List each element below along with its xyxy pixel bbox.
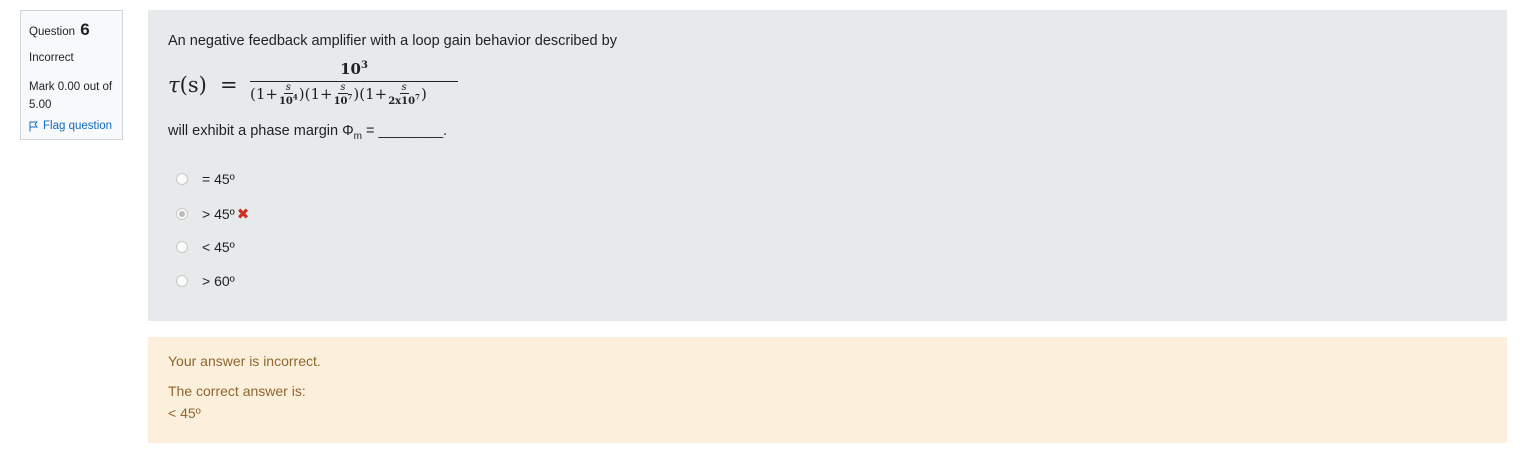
question-info-panel: Question 6 Incorrect Mark 0.00 out of 5.… xyxy=(20,10,123,140)
formula-denominator: (1+ s 104)(1+ s 107)(1+ s 2x107) xyxy=(250,82,427,108)
question-prompt: An negative feedback amplifier with a lo… xyxy=(168,33,617,49)
flag-question-label: Flag question xyxy=(43,120,113,132)
answer-option-1[interactable]: = 45º xyxy=(176,171,235,187)
answer-option-label: > 45º xyxy=(202,206,235,222)
answer-option-2[interactable]: > 45º ✖ xyxy=(176,205,249,223)
flag-question-link[interactable]: Flag question xyxy=(29,120,114,132)
radio-button[interactable] xyxy=(176,275,188,287)
radio-button-selected[interactable] xyxy=(176,208,188,220)
answer-option-3[interactable]: < 45º xyxy=(176,239,235,255)
term-3: s 2x107 xyxy=(388,82,420,108)
feedback-status: Your answer is incorrect. xyxy=(168,353,321,369)
flag-icon xyxy=(29,121,39,131)
formula-lhs: τ(s) xyxy=(168,73,207,97)
question-number: Question 6 xyxy=(29,20,90,39)
formula-fraction: 103 (1+ s 104)(1+ s 107)(1+ s 2x107) xyxy=(250,60,458,116)
radio-button[interactable] xyxy=(176,173,188,185)
question-number-value: 6 xyxy=(80,20,90,39)
correct-answer-label: The correct answer is: xyxy=(168,383,306,399)
fraction-bar xyxy=(250,81,458,82)
formula-equals: = xyxy=(220,73,238,97)
question-text-phase-margin: will exhibit a phase margin Φm = _______… xyxy=(168,123,448,142)
radio-button[interactable] xyxy=(176,241,188,253)
answer-option-label: < 45º xyxy=(202,239,235,255)
feedback-box: Your answer is incorrect. The correct an… xyxy=(148,337,1507,443)
correct-answer-value: < 45º xyxy=(168,405,201,421)
answer-option-4[interactable]: > 60º xyxy=(176,273,235,289)
formula-numerator: 103 xyxy=(340,60,368,78)
question-state: Incorrect xyxy=(29,52,74,64)
incorrect-icon: ✖ xyxy=(236,206,250,223)
question-grade: Mark 0.00 out of 5.00 xyxy=(29,81,113,111)
question-formulation: An negative feedback amplifier with a lo… xyxy=(148,10,1507,321)
term-1: s 104 xyxy=(278,82,298,108)
term-2: s 107 xyxy=(333,82,353,108)
answer-option-label: = 45º xyxy=(202,171,235,187)
answer-option-label: > 60º xyxy=(202,273,235,289)
